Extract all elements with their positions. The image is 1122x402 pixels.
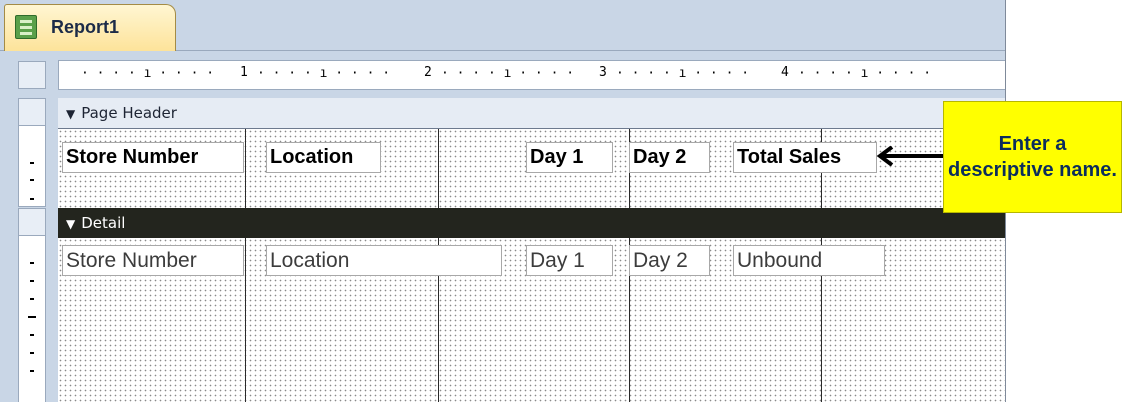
ruler-number: 1 (240, 65, 248, 80)
column-line (245, 129, 246, 208)
page-header-grid[interactable]: Store Number Location Day 1 Day 2 Total … (58, 129, 1005, 208)
detail-selector[interactable] (18, 208, 46, 236)
ruler-mark (30, 179, 34, 181)
ruler-mark (30, 280, 34, 282)
field-day-2[interactable]: Day 2 (629, 245, 710, 276)
report-selector-box[interactable] (18, 61, 46, 89)
ruler-mark (30, 262, 34, 264)
report-design-window: Report1 · · · · ı · · · · 1 · · · · ı · … (0, 0, 1006, 402)
field-day-1[interactable]: Day 1 (526, 245, 613, 276)
column-line (245, 238, 246, 402)
ruler-mark (30, 334, 34, 336)
tab-title: Report1 (51, 17, 120, 37)
page-header-ruler[interactable] (18, 126, 46, 207)
field-unbound[interactable]: Unbound (733, 245, 885, 276)
section-arrow-icon: ▼ (66, 107, 76, 121)
section-arrow-icon: ▼ (66, 217, 76, 231)
ruler-mark (30, 352, 34, 354)
detail-grid[interactable]: Store Number Location Day 1 Day 2 Unboun… (58, 238, 1005, 402)
ruler-number: 2 (424, 65, 432, 80)
ruler-ticks: · · · · ı · · · · (798, 66, 932, 81)
label-day-1[interactable]: Day 1 (526, 142, 613, 173)
detail-ruler[interactable] (18, 236, 46, 402)
label-total-sales[interactable]: Total Sales (733, 142, 877, 173)
field-store-number[interactable]: Store Number (62, 245, 244, 276)
detail-section-bar[interactable]: ▼ Detail (58, 208, 1005, 238)
ruler-mark (30, 370, 34, 372)
ruler-mark (28, 316, 36, 318)
column-line (438, 129, 439, 208)
ruler-ticks: · · · · ı · · · · (441, 66, 575, 81)
ruler-mark (30, 298, 34, 300)
label-day-2[interactable]: Day 2 (629, 142, 710, 173)
label-location[interactable]: Location (266, 142, 381, 173)
ruler-mark (30, 162, 34, 164)
detail-label: Detail (81, 214, 126, 232)
vertical-ruler (18, 98, 46, 402)
report-design-surface[interactable]: ▼ Page Header Store Number Location Day 1… (58, 98, 1005, 402)
ruler-ticks: · · · · ı · · · · (616, 66, 750, 81)
horizontal-ruler[interactable]: · · · · ı · · · · 1 · · · · ı · · · · 2 … (58, 60, 1005, 90)
ruler-number: 4 (781, 65, 789, 80)
tab-report1[interactable]: Report1 (4, 4, 176, 51)
ruler-ticks: · · · · ı · · · · (81, 66, 215, 81)
page-header-section-bar[interactable]: ▼ Page Header (58, 98, 1005, 129)
callout-box: Enter a descriptive name. (943, 101, 1122, 213)
field-location[interactable]: Location (266, 245, 502, 276)
label-store-number[interactable]: Store Number (62, 142, 244, 173)
ruler-number: 3 (599, 65, 607, 80)
report-icon (15, 15, 37, 39)
document-tab-strip: Report1 (0, 0, 1005, 51)
ruler-mark (30, 198, 34, 200)
page-header-label: Page Header (81, 104, 177, 122)
callout-text: Enter a descriptive name. (948, 133, 1117, 181)
page-header-selector[interactable] (18, 98, 46, 126)
callout-arrow-icon (876, 146, 946, 166)
ruler-ticks: · · · · ı · · · · (257, 66, 391, 81)
